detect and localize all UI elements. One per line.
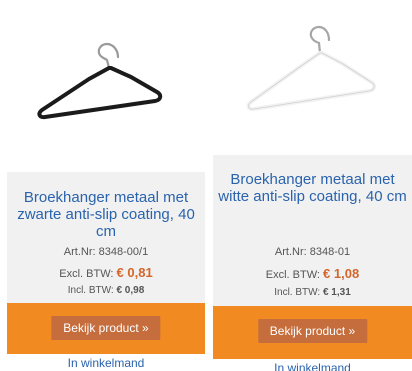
product-card: Broekhanger metaal met witte anti-slip c… [213, 0, 412, 371]
view-product-button[interactable]: Bekijk product » [51, 316, 161, 340]
price-excl-label: Excl. BTW: [265, 269, 320, 281]
product-card: Broekhanger metaal met zwarte anti-slip … [7, 0, 205, 371]
hanger-icon [37, 42, 163, 120]
cta-bar: Bekijk product » [213, 306, 412, 359]
add-to-cart-link[interactable]: In winkelmand [213, 361, 412, 371]
article-number: Art.Nr: 8348-00/1 [7, 246, 205, 258]
price-incl-vat: Incl. BTW: € 0,98 [7, 285, 205, 296]
article-number-label: Art.Nr: [63, 246, 96, 258]
article-number: Art.Nr: 8348-01 [213, 246, 412, 258]
price-incl-label: Incl. BTW: [67, 285, 114, 296]
price-incl-value: € 1,31 [322, 287, 351, 298]
price-excl-value: € 1,08 [323, 266, 360, 281]
price-incl-value: € 0,98 [116, 285, 145, 296]
product-image[interactable] [213, 10, 412, 155]
product-info: Broekhanger metaal met zwarte anti-slip … [7, 172, 205, 303]
article-number-value: 8348-00/1 [98, 246, 149, 258]
product-title[interactable]: Broekhanger metaal met witte anti-slip c… [217, 171, 408, 205]
article-number-label: Art.Nr: [274, 246, 307, 258]
price-excl-value: € 0,81 [116, 265, 153, 280]
product-image[interactable] [7, 0, 205, 172]
price-incl-vat: Incl. BTW: € 1,31 [213, 287, 412, 298]
view-product-button[interactable]: Bekijk product » [257, 319, 368, 343]
product-info: Broekhanger metaal met witte anti-slip c… [213, 155, 412, 306]
product-title[interactable]: Broekhanger metaal met zwarte anti-slip … [11, 189, 201, 240]
price-excl-label: Excl. BTW: [59, 268, 114, 280]
price-excl-vat: Excl. BTW: € 1,08 [213, 266, 412, 281]
price-excl-vat: Excl. BTW: € 0,81 [7, 265, 205, 280]
price-incl-label: Incl. BTW: [274, 287, 321, 298]
cta-bar: Bekijk product » [7, 303, 205, 354]
hanger-icon [246, 25, 377, 112]
article-number-value: 8348-01 [309, 246, 351, 258]
add-to-cart-link[interactable]: In winkelmand [7, 356, 205, 370]
